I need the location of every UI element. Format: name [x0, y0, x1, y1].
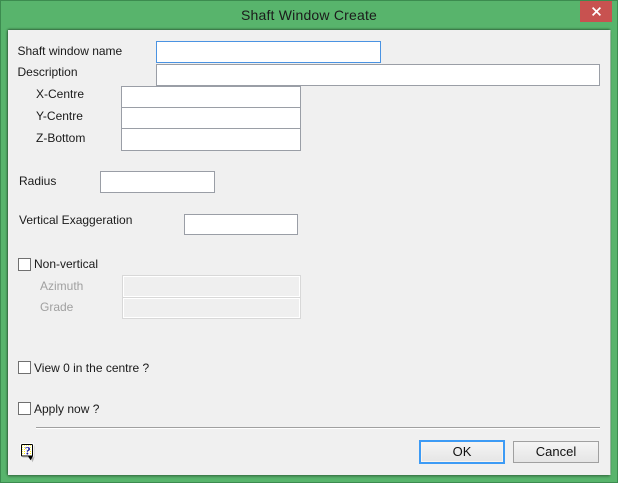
svg-text:?: ? — [25, 446, 31, 458]
